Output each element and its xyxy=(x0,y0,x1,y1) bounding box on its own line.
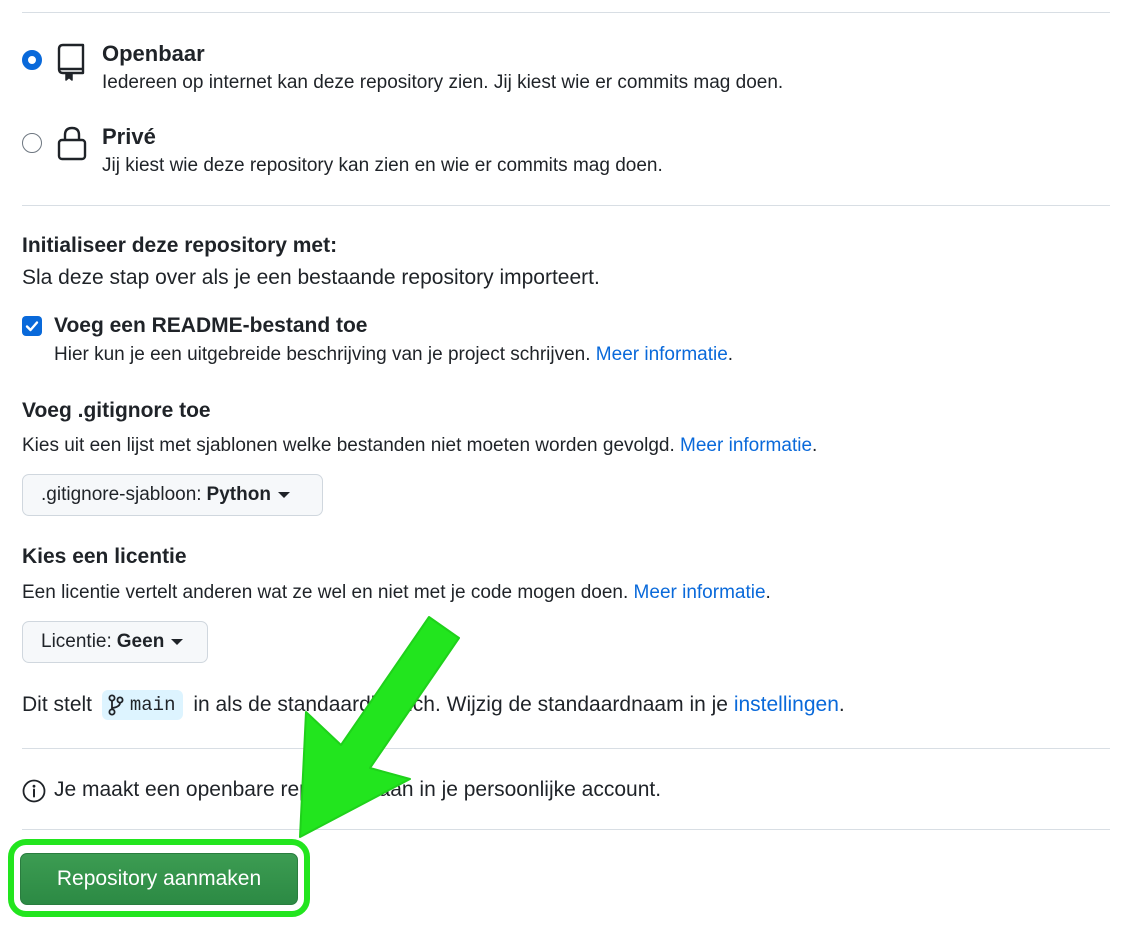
license-description-line: Een licentie vertelt anderen wat ze wel … xyxy=(22,582,771,604)
info-icon xyxy=(22,779,46,803)
divider-top xyxy=(22,12,1110,13)
readme-description: Hier kun je een uitgebreide beschrijving… xyxy=(54,344,591,365)
settings-link[interactable]: instellingen xyxy=(734,693,839,716)
caret-down-icon xyxy=(277,492,290,498)
git-branch-icon xyxy=(108,694,124,716)
gitignore-select-value: Python xyxy=(206,484,271,505)
readme-checkbox[interactable] xyxy=(22,316,42,336)
caret-down-icon xyxy=(171,639,184,645)
default-branch-line: Dit stelt main in als de standaardbranch… xyxy=(22,690,845,721)
gitignore-more-info-link[interactable]: Meer informatie xyxy=(680,435,812,456)
license-more-info-link[interactable]: Meer informatie xyxy=(634,582,766,603)
lock-icon xyxy=(57,126,87,161)
branch-pill: main xyxy=(101,690,184,721)
option-public-title[interactable]: Openbaar xyxy=(102,41,205,67)
option-private-title[interactable]: Privé xyxy=(102,124,156,150)
divider-notice xyxy=(22,829,1110,830)
license-select-value: Geen xyxy=(116,631,165,652)
initialize-heading: Initialiseer deze repository met: xyxy=(22,234,338,257)
gitignore-template-select[interactable]: .gitignore-sjabloon: Python xyxy=(22,474,323,516)
initialize-subheading: Sla deze stap over als je een bestaande … xyxy=(22,266,600,289)
license-heading: Kies een licentie xyxy=(22,545,187,568)
radio-public[interactable] xyxy=(22,50,42,70)
branch-trailing: . xyxy=(838,693,845,716)
branch-text-after: in als de standaardbranch. Wijzig de sta… xyxy=(193,693,728,716)
option-public-description: Iedereen op internet kan deze repository… xyxy=(102,72,784,93)
readme-more-info-link[interactable]: Meer informatie xyxy=(596,344,728,365)
license-period: . xyxy=(765,582,771,603)
license-select-prefix: Licentie: xyxy=(41,631,112,652)
divider-visibility xyxy=(22,205,1110,206)
radio-private[interactable] xyxy=(22,133,42,153)
gitignore-description-line: Kies uit een lijst met sjablonen welke b… xyxy=(22,435,817,457)
divider-branch xyxy=(22,748,1110,749)
readme-label[interactable]: Voeg een README-bestand toe xyxy=(54,314,367,338)
checkmark-icon xyxy=(25,321,39,332)
branch-name: main xyxy=(129,694,176,717)
gitignore-description: Kies uit een lijst met sjablonen welke b… xyxy=(22,435,675,456)
license-description: Een licentie vertelt anderen wat ze wel … xyxy=(22,582,629,603)
create-repository-button[interactable]: Repository aanmaken xyxy=(20,853,298,905)
account-notice: Je maakt een openbare repository aan in … xyxy=(54,778,662,801)
gitignore-select-prefix: .gitignore-sjabloon: xyxy=(41,484,202,505)
license-select[interactable]: Licentie: Geen xyxy=(22,621,208,663)
gitignore-heading: Voeg .gitignore toe xyxy=(22,399,211,422)
readme-period: . xyxy=(727,344,734,365)
gitignore-period: . xyxy=(812,435,818,456)
repo-icon xyxy=(57,43,85,81)
option-private-description: Jij kiest wie deze repository kan zien e… xyxy=(102,155,663,176)
branch-text-before: Dit stelt xyxy=(22,693,93,716)
readme-description-line: Hier kun je een uitgebreide beschrijving… xyxy=(54,344,733,366)
